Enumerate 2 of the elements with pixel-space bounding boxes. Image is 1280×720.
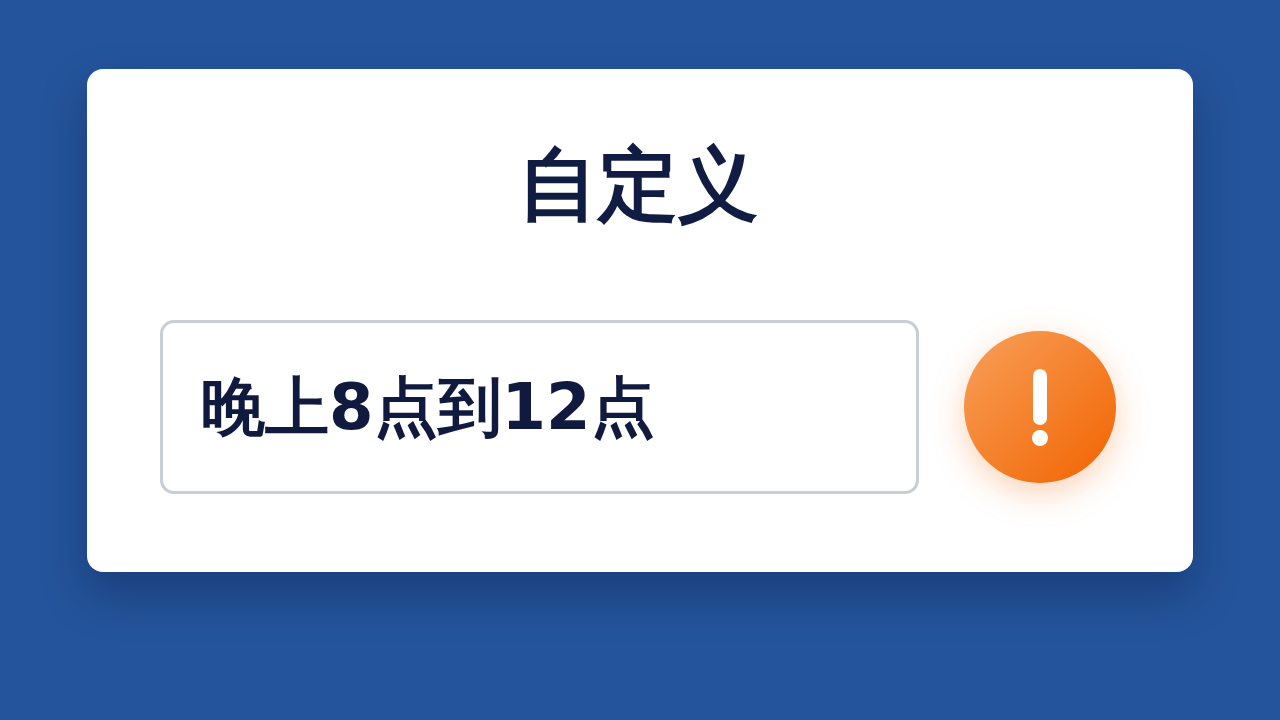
input-field[interactable]: 晚上8点到12点 (160, 320, 919, 494)
dialog-title: 自定义 (518, 137, 758, 233)
